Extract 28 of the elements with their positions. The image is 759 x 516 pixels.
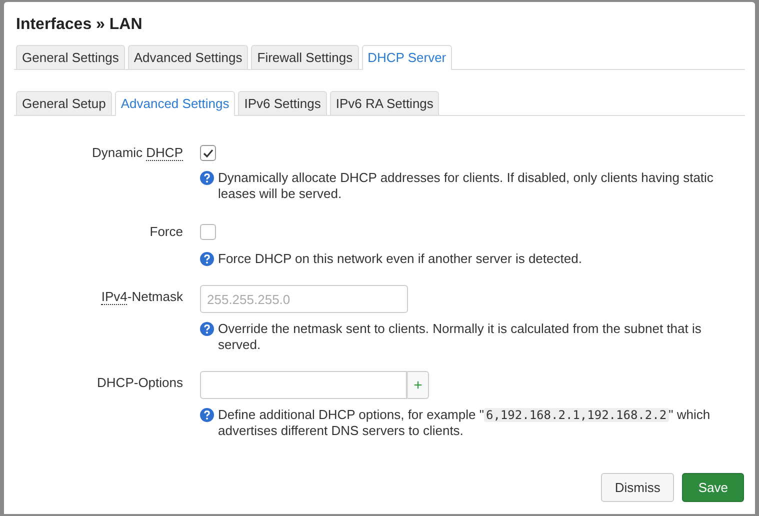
tab[interactable]: IPv6 RA Settings xyxy=(330,91,440,115)
help-text: Define additional DHCP options, for example "6,192.168.2.1,192.168.2.2" which advertises different DNS servers to clients. xyxy=(218,407,712,439)
help-icon xyxy=(200,252,214,266)
tab[interactable]: Advanced Settings xyxy=(114,91,236,116)
input-field[interactable]: 255.255.255.0 xyxy=(200,285,408,313)
field-label: Force xyxy=(150,224,183,239)
tab[interactable]: General Setup xyxy=(16,91,112,115)
help-text: Dynamically allocate DHCP addresses for clients. If disabled, only clients having static leases will be served. xyxy=(218,170,714,202)
checkbox[interactable] xyxy=(200,224,216,240)
help-text: Force DHCP on this network even if another server is detected. xyxy=(218,251,582,267)
save-button[interactable]: Save xyxy=(682,473,744,502)
field-label: IPv4-Netmask xyxy=(101,289,183,305)
dismiss-button[interactable]: Dismiss xyxy=(600,473,674,502)
field-label: DHCP-Options xyxy=(97,375,183,390)
tab[interactable]: Firewall Settings xyxy=(251,45,359,69)
help-text: Override the netmask sent to clients. Normally it is calculated from the subnet that is served. xyxy=(218,321,702,353)
tab[interactable]: DHCP Server xyxy=(362,45,452,70)
tab[interactable]: General Settings xyxy=(16,45,125,69)
tab[interactable]: Advanced Settings xyxy=(128,45,248,69)
window-title: Interfaces » LAN xyxy=(16,16,144,34)
help-icon xyxy=(200,408,214,422)
checkmark-icon xyxy=(202,147,214,159)
input-field[interactable] xyxy=(200,371,407,399)
help-icon xyxy=(200,322,214,336)
checkbox[interactable] xyxy=(200,145,216,161)
tab[interactable]: IPv6 Settings xyxy=(238,91,327,115)
field-label: Dynamic DHCP xyxy=(92,145,183,161)
help-icon xyxy=(200,171,214,185)
